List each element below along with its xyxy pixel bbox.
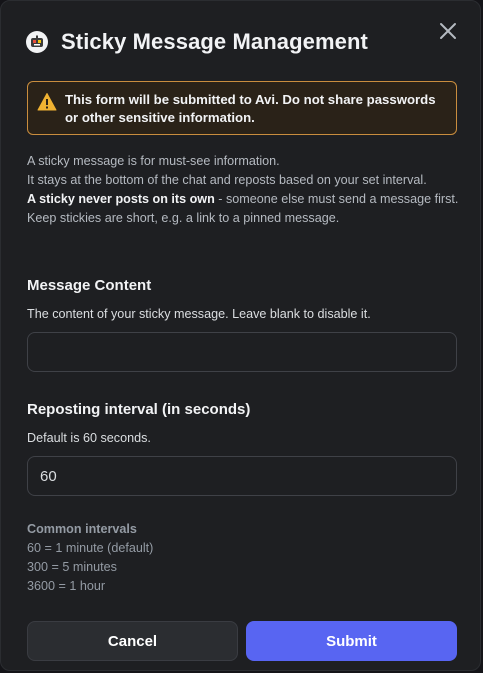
close-icon bbox=[440, 23, 456, 39]
modal-header: Sticky Message Management bbox=[26, 29, 368, 55]
modal-title: Sticky Message Management bbox=[61, 29, 368, 54]
description-line: A sticky message is for must-see informa… bbox=[27, 154, 280, 168]
warning-prefix: This form will be submitted to bbox=[65, 92, 256, 107]
warning-icon bbox=[37, 93, 57, 111]
description-rest: - someone else must send a message first… bbox=[214, 192, 459, 206]
description-line: It stays at the bottom of the chat and r… bbox=[27, 173, 427, 187]
common-interval-item: 3600 = 1 hour bbox=[27, 579, 106, 593]
common-interval-item: 60 = 1 minute (default) bbox=[27, 541, 154, 555]
message-content-input[interactable] bbox=[27, 332, 457, 372]
common-intervals-heading: Common intervals bbox=[27, 522, 137, 536]
warning-text: This form will be submitted to Avi. Do n… bbox=[65, 91, 442, 127]
interval-input[interactable] bbox=[27, 456, 457, 496]
description-line: Keep stickies are short, e.g. a link to … bbox=[27, 211, 340, 225]
message-content-label: Message Content bbox=[27, 277, 152, 294]
common-intervals: Common intervals 60 = 1 minute (default)… bbox=[27, 520, 153, 596]
close-button[interactable] bbox=[438, 21, 458, 41]
warning-bot-name: Avi bbox=[255, 92, 276, 107]
sticky-message-modal: Sticky Message Management This form will… bbox=[0, 0, 481, 671]
description-line: A sticky never posts on its own - someon… bbox=[27, 190, 462, 209]
interval-hint: Default is 60 seconds. bbox=[27, 431, 151, 445]
bot-avatar-icon bbox=[26, 31, 48, 53]
interval-label: Reposting interval (in seconds) bbox=[27, 401, 251, 418]
message-content-hint: The content of your sticky message. Leav… bbox=[27, 307, 371, 321]
cancel-button[interactable]: Cancel bbox=[27, 621, 238, 661]
warning-banner: This form will be submitted to Avi. Do n… bbox=[27, 81, 457, 135]
common-interval-item: 300 = 5 minutes bbox=[27, 560, 117, 574]
description: A sticky message is for must-see informa… bbox=[27, 152, 462, 228]
submit-button[interactable]: Submit bbox=[246, 621, 457, 661]
description-emphasis: A sticky never posts on its own bbox=[27, 192, 215, 206]
